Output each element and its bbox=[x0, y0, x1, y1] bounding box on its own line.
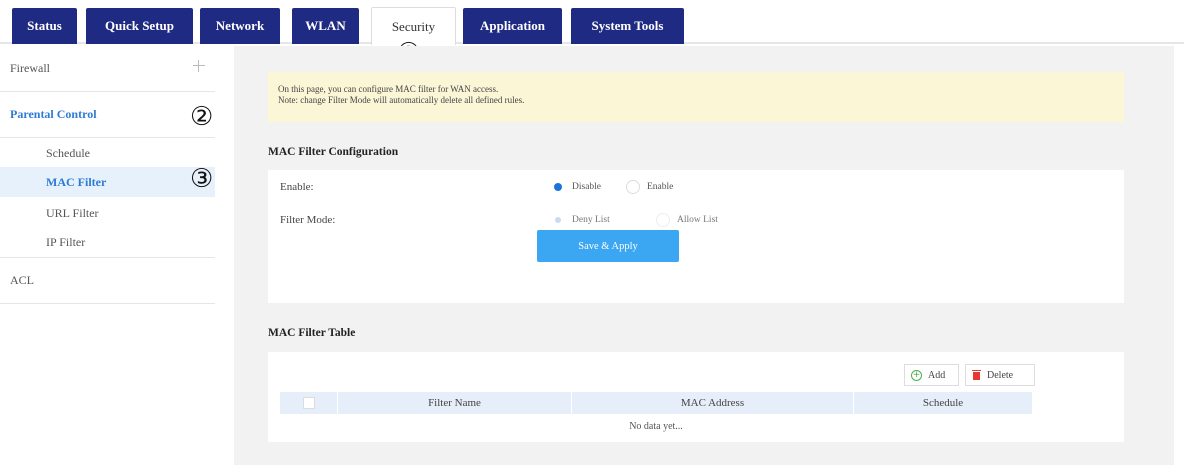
tab-status[interactable]: Status bbox=[12, 8, 77, 44]
radio-enable[interactable]: Enable bbox=[626, 180, 673, 194]
trash-icon bbox=[972, 370, 981, 380]
add-circle-icon: + bbox=[911, 369, 922, 381]
notice-line-1: On this page, you can configure MAC filt… bbox=[278, 84, 499, 94]
sidebar: Firewall Parental Control Schedule MAC F… bbox=[0, 46, 215, 465]
radio-dot bbox=[551, 213, 565, 227]
radio-deny-list[interactable]: Deny List bbox=[551, 213, 610, 227]
table-card: + Add Delete Filter Name MAC Address Sch… bbox=[268, 352, 1124, 442]
config-card: Enable: Disable Enable Filter Mode: Deny… bbox=[268, 170, 1124, 303]
tab-network[interactable]: Network bbox=[200, 8, 280, 44]
table-section-title: MAC Filter Table bbox=[268, 327, 356, 339]
sidebar-item-parental-control[interactable]: Parental Control bbox=[0, 92, 215, 138]
radio-dot bbox=[551, 180, 565, 194]
sidebar-item-label: ACL bbox=[10, 273, 34, 287]
annotation-3: ③ bbox=[190, 164, 214, 194]
config-section-title: MAC Filter Configuration bbox=[268, 146, 399, 158]
enable-label: Enable: bbox=[280, 181, 314, 193]
column-header-schedule[interactable]: Schedule bbox=[854, 392, 1032, 414]
table-header: Filter Name MAC Address Schedule bbox=[280, 392, 1032, 414]
add-label: Add bbox=[928, 369, 946, 381]
sidebar-item-label: MAC Filter bbox=[46, 174, 107, 189]
radio-dot bbox=[656, 213, 670, 227]
radio-disable[interactable]: Disable bbox=[551, 180, 601, 194]
table-empty-message: No data yet... bbox=[629, 420, 683, 432]
add-button[interactable]: + Add bbox=[904, 364, 959, 386]
radio-allow-list[interactable]: Allow List bbox=[656, 213, 718, 227]
info-notice: On this page, you can configure MAC filt… bbox=[268, 72, 1124, 122]
radio-dot bbox=[626, 180, 640, 194]
tab-quick-setup[interactable]: Quick Setup bbox=[86, 8, 193, 44]
select-all-checkbox[interactable] bbox=[302, 397, 315, 409]
tab-system-tools[interactable]: System Tools bbox=[571, 8, 684, 44]
column-header-mac-address[interactable]: MAC Address bbox=[572, 392, 854, 414]
delete-button[interactable]: Delete bbox=[965, 364, 1035, 386]
sidebar-item-label: IP Filter bbox=[46, 235, 86, 249]
radio-label: Enable bbox=[647, 182, 674, 192]
column-header-filter-name[interactable]: Filter Name bbox=[338, 392, 572, 414]
sidebar-item-url-filter[interactable]: URL Filter bbox=[0, 198, 215, 228]
sidebar-item-ip-filter[interactable]: IP Filter bbox=[0, 228, 215, 258]
annotation-2: ② bbox=[190, 102, 214, 132]
sidebar-item-label: URL Filter bbox=[46, 205, 99, 220]
sidebar-item-schedule[interactable]: Schedule bbox=[0, 138, 215, 168]
tab-wlan[interactable]: WLAN bbox=[292, 8, 359, 44]
radio-label: Deny List bbox=[572, 215, 610, 225]
notice-line-2: Note: change Filter Mode will automatica… bbox=[278, 95, 525, 105]
plus-icon[interactable] bbox=[193, 60, 205, 72]
sidebar-item-label: Firewall bbox=[10, 61, 50, 75]
save-apply-button[interactable]: Save & Apply bbox=[537, 230, 679, 262]
top-navigation: Status Quick Setup Network WLAN Security… bbox=[0, 0, 1184, 45]
sidebar-item-firewall[interactable]: Firewall bbox=[0, 46, 215, 92]
sidebar-item-label: Schedule bbox=[46, 145, 90, 160]
tab-application[interactable]: Application bbox=[463, 8, 562, 44]
radio-label: Allow List bbox=[677, 215, 718, 225]
delete-label: Delete bbox=[987, 369, 1014, 381]
sidebar-item-acl[interactable]: ACL bbox=[0, 258, 215, 304]
filter-mode-label: Filter Mode: bbox=[280, 214, 336, 226]
radio-label: Disable bbox=[572, 182, 602, 192]
sidebar-item-label: Parental Control bbox=[10, 107, 97, 121]
select-all-cell bbox=[280, 392, 338, 414]
sidebar-item-mac-filter[interactable]: MAC Filter bbox=[0, 167, 215, 197]
main-content: On this page, you can configure MAC filt… bbox=[234, 46, 1174, 465]
